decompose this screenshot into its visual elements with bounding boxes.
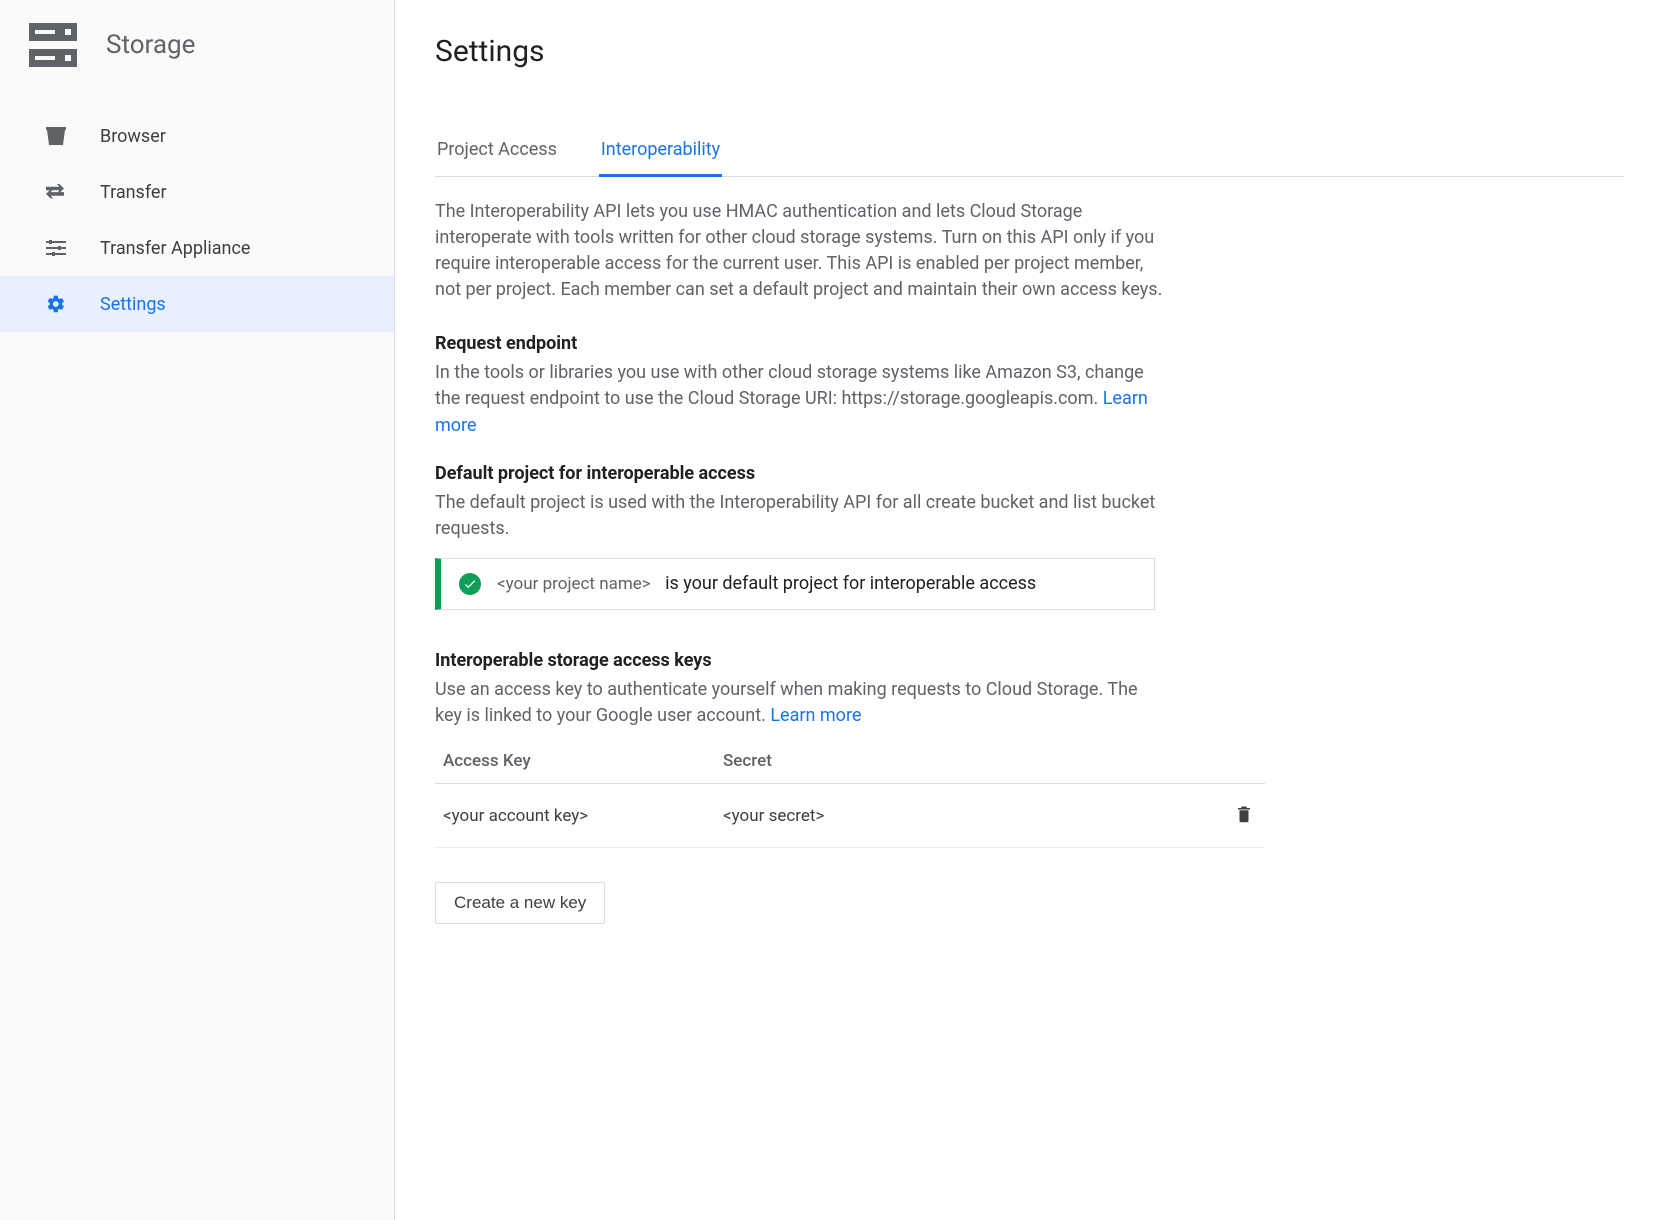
banner-text: <your project name> is your default proj… bbox=[497, 573, 1036, 594]
sidebar-item-browser[interactable]: Browser bbox=[0, 108, 394, 164]
banner-suffix: is your default project for interoperabl… bbox=[665, 573, 1036, 594]
transfer-icon bbox=[44, 180, 68, 204]
keys-text: Use an access key to authenticate yourse… bbox=[435, 677, 1165, 729]
banner-project-name: <your project name> bbox=[497, 574, 651, 594]
page-title: Settings bbox=[435, 34, 1624, 69]
cell-access-key: <your account key> bbox=[435, 784, 715, 848]
cell-secret: <your secret> bbox=[715, 784, 1215, 848]
sidebar: Storage Browser Transfer bbox=[0, 0, 395, 1220]
trash-icon bbox=[1235, 812, 1253, 827]
sidebar-item-label: Transfer Appliance bbox=[100, 238, 366, 259]
table-row: <your account key> <your secret> bbox=[435, 784, 1265, 848]
create-key-button[interactable]: Create a new key bbox=[435, 882, 605, 924]
main-content: Settings Project Access Interoperability… bbox=[395, 0, 1664, 1220]
tab-interoperability[interactable]: Interoperability bbox=[599, 129, 722, 177]
request-endpoint-heading: Request endpoint bbox=[435, 333, 1624, 354]
sidebar-item-transfer-appliance[interactable]: Transfer Appliance bbox=[0, 220, 394, 276]
tab-project-access[interactable]: Project Access bbox=[435, 129, 559, 177]
sidebar-item-label: Settings bbox=[100, 294, 366, 315]
keys-table: Access Key Secret <your account key> <yo… bbox=[435, 739, 1265, 848]
sidebar-item-label: Transfer bbox=[100, 182, 366, 203]
sidebar-item-transfer[interactable]: Transfer bbox=[0, 164, 394, 220]
gear-icon bbox=[44, 292, 68, 316]
col-header-secret: Secret bbox=[715, 739, 1215, 784]
tabs: Project Access Interoperability bbox=[435, 129, 1624, 177]
intro-text: The Interoperability API lets you use HM… bbox=[435, 199, 1165, 303]
delete-key-button[interactable] bbox=[1231, 800, 1257, 831]
product-header: Storage bbox=[0, 0, 394, 90]
product-title: Storage bbox=[106, 30, 195, 60]
col-header-access-key: Access Key bbox=[435, 739, 715, 784]
sidebar-nav: Browser Transfer bbox=[0, 90, 394, 332]
request-endpoint-body: In the tools or libraries you use with o… bbox=[435, 362, 1144, 409]
request-endpoint-text: In the tools or libraries you use with o… bbox=[435, 360, 1165, 438]
sidebar-item-label: Browser bbox=[100, 126, 366, 147]
storage-icon bbox=[28, 23, 78, 67]
sidebar-item-settings[interactable]: Settings bbox=[0, 276, 394, 332]
keys-heading: Interoperable storage access keys bbox=[435, 650, 1624, 671]
default-project-text: The default project is used with the Int… bbox=[435, 490, 1165, 542]
sliders-icon bbox=[44, 236, 68, 260]
check-circle-icon bbox=[459, 573, 481, 595]
default-project-banner: <your project name> is your default proj… bbox=[435, 558, 1155, 610]
default-project-heading: Default project for interoperable access bbox=[435, 463, 1624, 484]
keys-learn-more-link[interactable]: Learn more bbox=[770, 705, 861, 726]
bucket-icon bbox=[44, 124, 68, 148]
